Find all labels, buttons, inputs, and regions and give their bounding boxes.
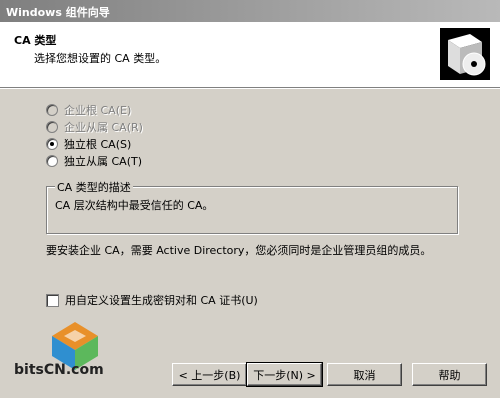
title-bar: Windows 组件向导 <box>0 0 500 22</box>
header-divider <box>0 88 500 89</box>
group-legend: CA 类型的描述 <box>55 179 133 195</box>
radio-label[interactable]: 独立根 CA(S) <box>64 136 131 152</box>
next-button[interactable]: 下一步(N) > <box>246 362 323 387</box>
custom-keys-option[interactable]: 用自定义设置生成密钥对和 CA 证书(U) <box>46 292 258 308</box>
ca-description-text: CA 层次结构中最受信任的 CA。 <box>55 199 214 212</box>
radio-label: 企业根 CA(E) <box>64 104 132 117</box>
ca-description-group: CA 类型的描述 CA 层次结构中最受信任的 CA。 <box>46 179 458 234</box>
watermark-text: bitsCN.com <box>14 362 104 378</box>
radio-button <box>46 104 58 116</box>
checkbox-label[interactable]: 用自定义设置生成密钥对和 CA 证书(U) <box>65 292 258 308</box>
radio-enterprise-root: 企业根 CA(E) <box>46 102 131 118</box>
radio-standalone-subordinate[interactable]: 独立从属 CA(T) <box>46 153 142 169</box>
cancel-button[interactable]: 取消 <box>327 363 402 386</box>
radio-label: 企业从属 CA(R) <box>64 121 143 134</box>
radio-button[interactable] <box>46 155 58 167</box>
custom-keys-checkbox[interactable] <box>46 293 59 307</box>
wizard-header: CA 类型 选择您想设置的 CA 类型。 <box>0 22 500 88</box>
page-title: CA 类型 <box>14 34 57 47</box>
radio-enterprise-subordinate: 企业从属 CA(R) <box>46 119 143 135</box>
page-subtitle: 选择您想设置的 CA 类型。 <box>34 52 167 65</box>
help-button[interactable]: 帮助 <box>412 363 487 386</box>
back-button[interactable]: < 上一步(B) <box>172 363 247 386</box>
radio-button <box>46 121 58 133</box>
setup-box-cd-icon <box>440 28 490 80</box>
radio-button[interactable] <box>46 138 58 150</box>
radio-selected-dot <box>50 142 54 146</box>
radio-label[interactable]: 独立从属 CA(T) <box>64 153 142 169</box>
ad-requirement-notice: 要安装企业 CA，需要 Active Directory，您必须同时是企业管理员… <box>46 244 432 257</box>
window-title: Windows 组件向导 <box>6 6 110 19</box>
radio-standalone-root[interactable]: 独立根 CA(S) <box>46 136 131 152</box>
